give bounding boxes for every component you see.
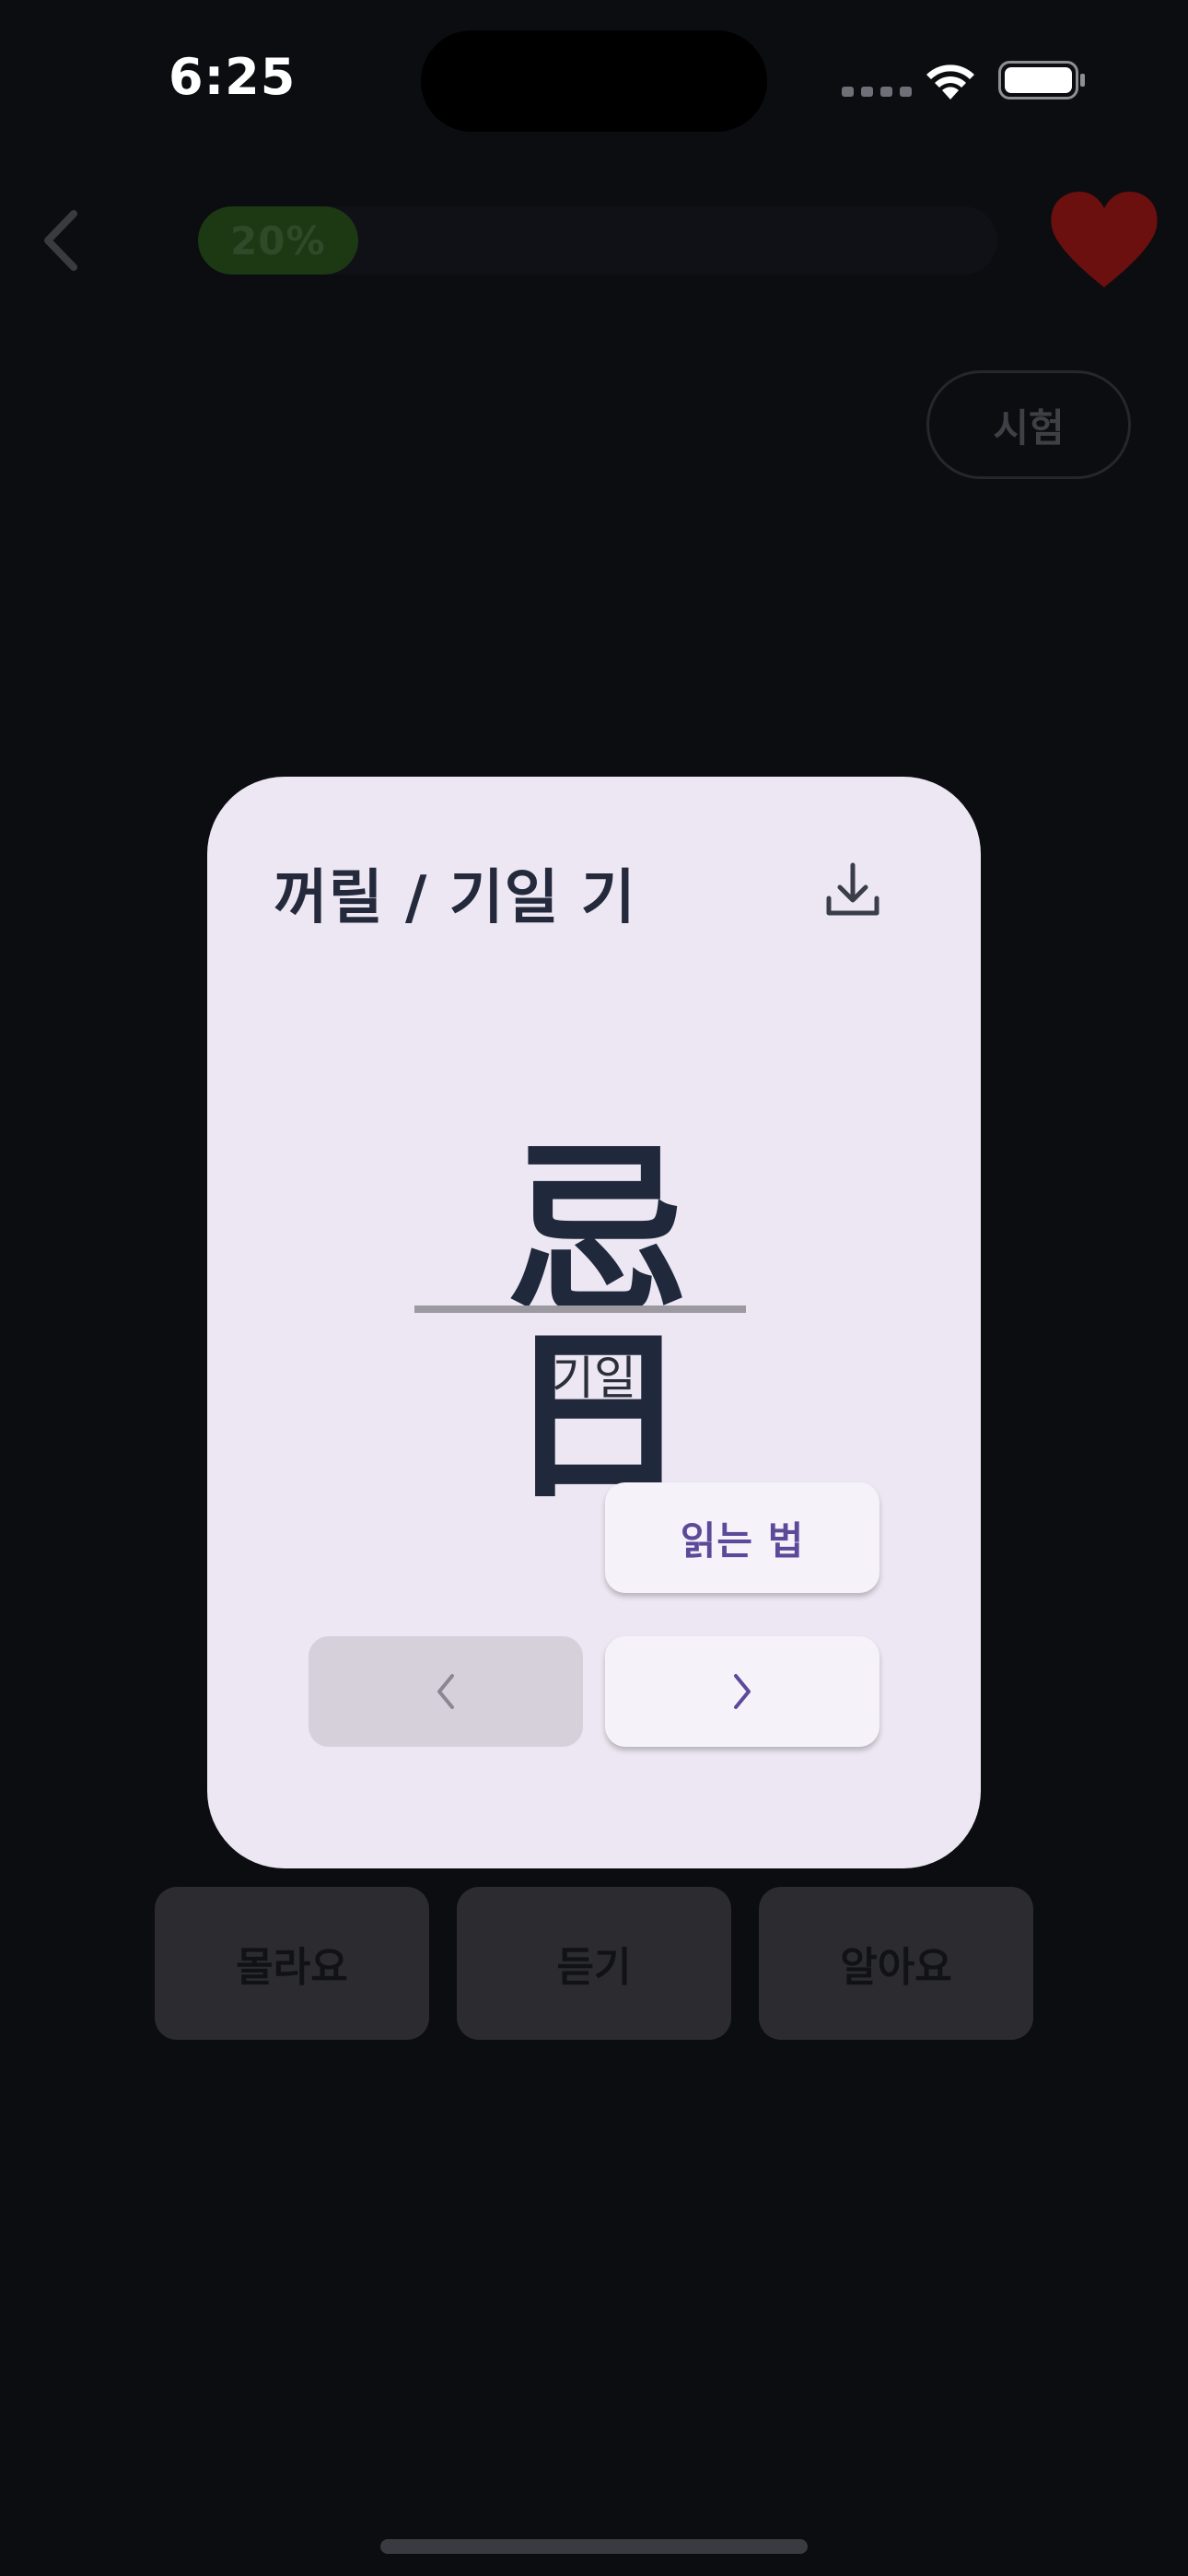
- previous-button[interactable]: [309, 1636, 583, 1747]
- battery-icon: [998, 61, 1085, 100]
- wifi-icon: [926, 64, 974, 100]
- back-button[interactable]: [33, 205, 90, 276]
- dont-know-button[interactable]: 몰라요: [155, 1887, 429, 2040]
- test-button[interactable]: 시험: [926, 370, 1131, 479]
- dynamic-island: [421, 30, 767, 132]
- progress-label: 20%: [230, 217, 326, 263]
- hanja-underline: [414, 1306, 746, 1313]
- chevron-left-icon: [437, 1674, 454, 1709]
- hanja-word: 忌日: [428, 1141, 760, 1509]
- home-indicator: [380, 2539, 808, 2554]
- hangul-reading: 기일: [552, 1352, 636, 1405]
- status-time: 6:25: [169, 48, 297, 106]
- download-icon[interactable]: [820, 858, 886, 924]
- next-button[interactable]: [605, 1636, 879, 1747]
- chevron-right-icon: [734, 1674, 751, 1709]
- heart-icon[interactable]: [1048, 190, 1160, 291]
- answer-buttons: 몰라요 듣기 알아요: [155, 1887, 1033, 2040]
- know-button[interactable]: 알아요: [759, 1887, 1033, 2040]
- hanja-text: 忌日: [505, 1124, 690, 1525]
- card-title: 꺼릴 / 기일 기: [274, 864, 636, 932]
- screen: 6:25 20% 시험 꺼릴 / 기일 기 忌日 기일 읽는 법 몰라요 듣기 …: [0, 0, 1188, 2576]
- cellular-signal-icon: [842, 87, 912, 97]
- progress-bar-fill: 20%: [198, 206, 358, 275]
- progress-bar: 20%: [198, 206, 997, 275]
- listen-button[interactable]: 듣기: [457, 1887, 731, 2040]
- hanja-card: 꺼릴 / 기일 기 忌日 기일 읽는 법: [207, 777, 981, 1868]
- how-to-read-button[interactable]: 읽는 법: [605, 1482, 879, 1593]
